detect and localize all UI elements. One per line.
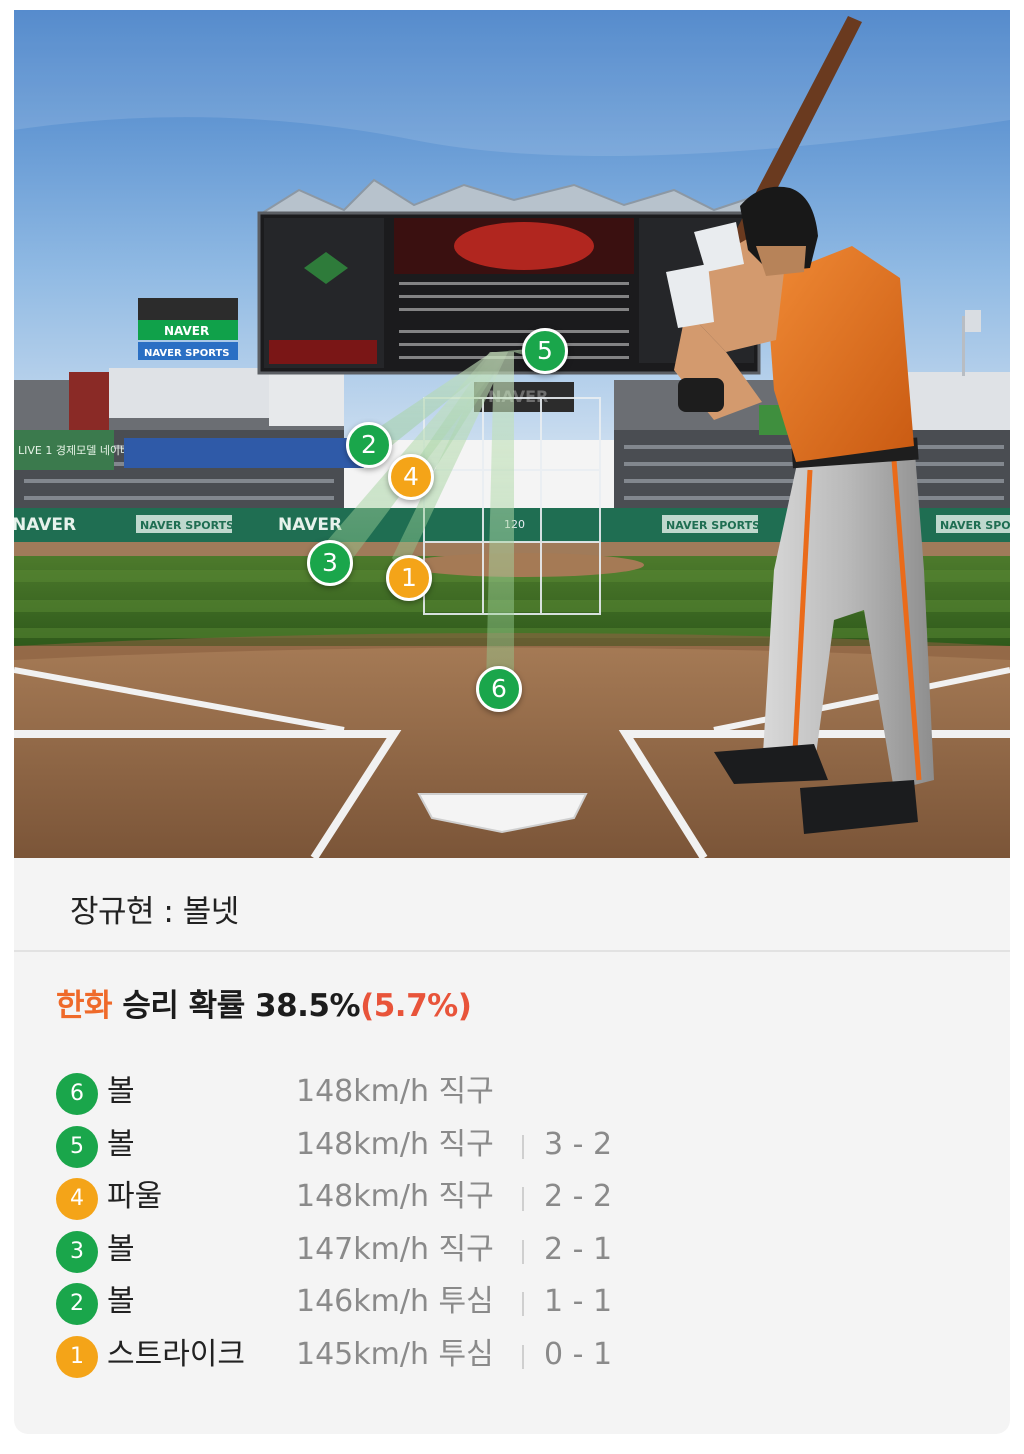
pitch-speed-type: 147km/h 직구 [296, 1231, 494, 1267]
naver-sports-sign: NAVER SPORTS [144, 348, 230, 359]
pitch-row-1: 1 스트라이크 145km/h 투심 0 - 1 [56, 1333, 956, 1386]
pitch-marker-3[interactable]: 3 [307, 540, 353, 586]
win-probability: 한화 승리 확률 38.5%(5.7%) [56, 980, 472, 1025]
pitch-result: 볼 [107, 1231, 135, 1267]
count-separator [522, 1187, 524, 1212]
count-separator [522, 1292, 524, 1317]
pitch-marker-6[interactable]: 6 [476, 666, 522, 712]
wall-ad-4: NAVER SPORTS [666, 519, 760, 532]
pitch-count: 2 - 1 [544, 1231, 613, 1267]
wall-ad-1: NAVER [14, 515, 76, 535]
pitch-speed-type: 148km/h 직구 [296, 1126, 494, 1162]
pitch-result: 볼 [107, 1074, 135, 1109]
wall-ad-5: NAVER SPORTS [940, 519, 1010, 532]
count-separator [522, 1239, 524, 1264]
pitch-marker-number: 6 [491, 674, 507, 703]
count-separator [522, 1344, 524, 1369]
pitch-marker-number: 1 [401, 563, 417, 592]
pitch-marker-number: 4 [403, 462, 419, 491]
pitch-result: 볼 [107, 1284, 135, 1320]
pitch-result: 파울 [107, 1179, 163, 1215]
win-prob-delta: (5.7%) [360, 988, 472, 1024]
pitch-speed-type: 148km/h 직구 [296, 1179, 494, 1215]
pitch-speed-type: 145km/h 투심 [296, 1336, 494, 1372]
pitch-marker-2[interactable]: 2 [346, 422, 392, 468]
at-bat-result: 장규현 : 볼넷 [14, 858, 1010, 960]
pitch-speed-type: 146km/h 투심 [296, 1284, 494, 1320]
count-separator [522, 1134, 524, 1159]
naver-sign: NAVER [164, 324, 209, 338]
pitch-number-badge: 4 [56, 1178, 98, 1221]
pitch-marker-number: 3 [322, 548, 338, 577]
pitch-marker-5[interactable]: 5 [522, 328, 568, 374]
pitch-marker-1[interactable]: 1 [386, 555, 432, 601]
pitch-result: 스트라이크 [107, 1336, 245, 1372]
pitch-marker-number: 5 [537, 336, 553, 365]
pitch-number-badge: 1 [56, 1335, 98, 1378]
at-bat-result-text: 장규현 : 볼넷 [70, 894, 239, 930]
wall-ad-2: NAVER SPORTS [140, 519, 234, 532]
pitch-number-badge: 2 [56, 1283, 98, 1326]
pitch-number-badge: 5 [56, 1125, 98, 1168]
section-divider [14, 950, 1010, 952]
pitch-list: 6 볼 148km/h 직구 5 볼 148km/h 직구 3 - 2 4 파울… [56, 1070, 956, 1386]
pitch-number-badge: 6 [56, 1073, 98, 1115]
pitch-marker-4[interactable]: 4 [388, 454, 434, 500]
pitch-speed-type: 148km/h 직구 [296, 1074, 494, 1109]
ballpark-scene: LIVE 1 경제모델 네이버 NAVER NAVER SPORTS NAVER… [14, 10, 1010, 858]
pitch-row-5: 5 볼 148km/h 직구 3 - 2 [56, 1123, 956, 1176]
pitch-row-4: 4 파울 148km/h 직구 2 - 2 [56, 1175, 956, 1228]
pitch-count: 1 - 1 [544, 1284, 613, 1320]
pitch-result: 볼 [107, 1126, 135, 1162]
pitch-count: 2 - 2 [544, 1179, 613, 1215]
wall-ad-3: NAVER [278, 515, 342, 535]
pitch-number-badge: 3 [56, 1230, 98, 1273]
pitch-count: 3 - 2 [544, 1126, 613, 1162]
stand-banner-text: LIVE 1 경제모델 네이버 [18, 444, 130, 457]
win-prob-team: 한화 [56, 988, 113, 1024]
pitch-row-2: 2 볼 146km/h 투심 1 - 1 [56, 1280, 956, 1333]
pitch-row-6: 6 볼 148km/h 직구 [56, 1070, 956, 1123]
pitch-marker-number: 2 [361, 430, 377, 459]
pitch-row-3: 3 볼 147km/h 직구 2 - 1 [56, 1228, 956, 1281]
win-prob-label: 승리 확률 38.5% [112, 988, 361, 1024]
pitch-count: 0 - 1 [544, 1336, 613, 1372]
